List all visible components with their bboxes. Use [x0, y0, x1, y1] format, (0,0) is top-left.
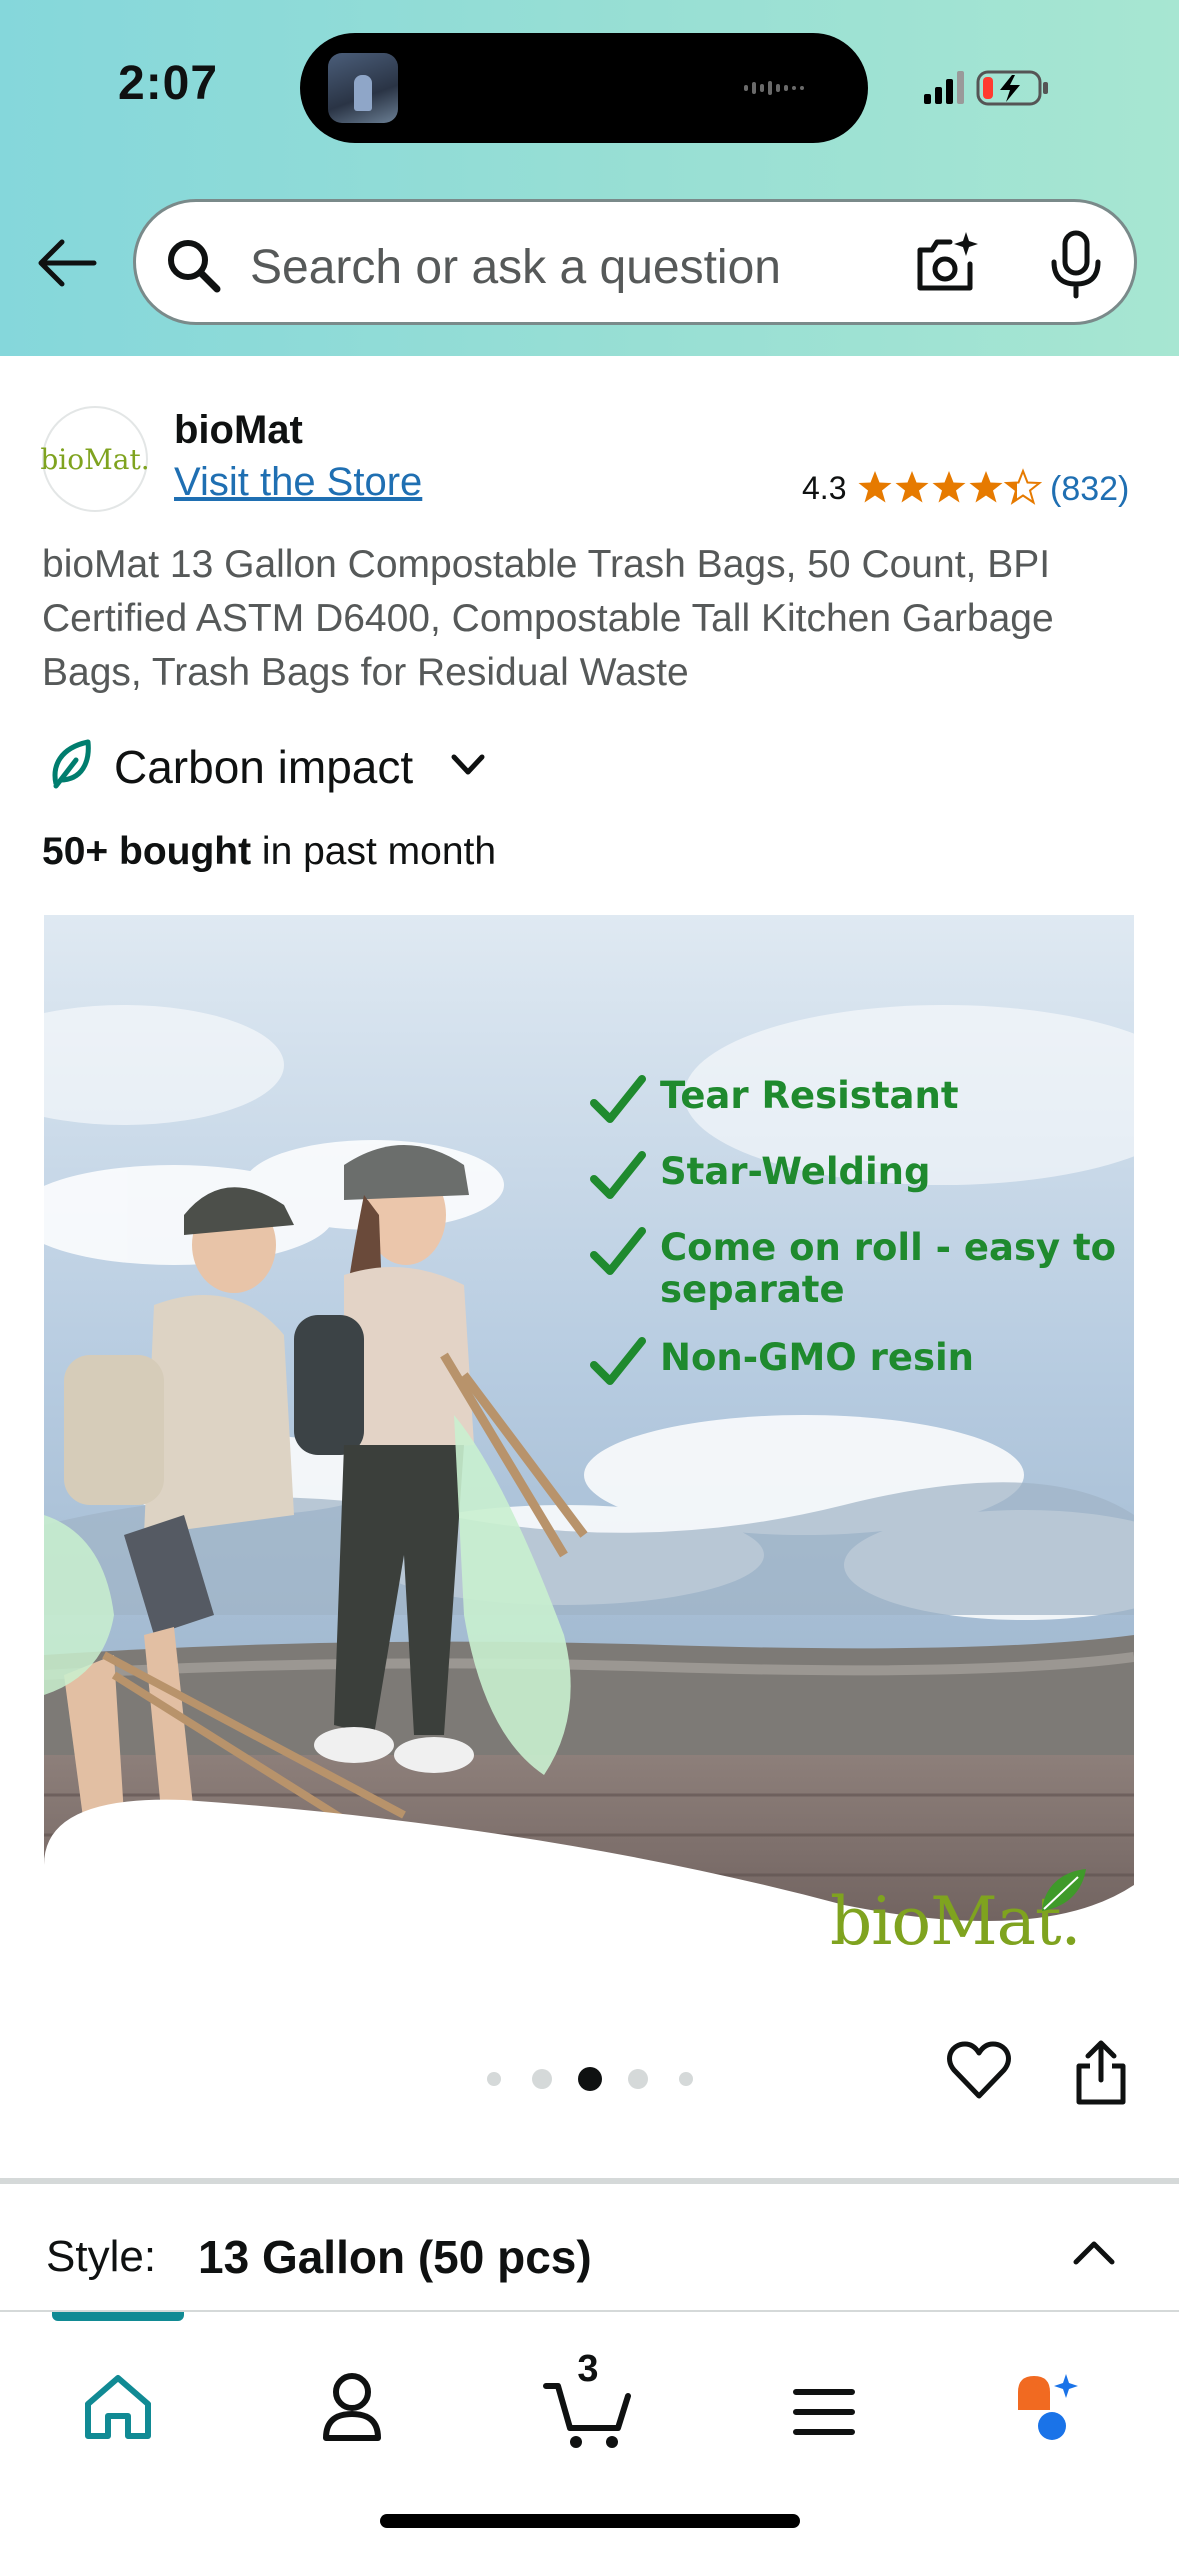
nav-cart[interactable]: 3: [528, 2348, 648, 2456]
feature-label: Tear Resistant: [660, 1074, 959, 1117]
nav-rufus[interactable]: [998, 2356, 1118, 2456]
style-label: Style:: [46, 2232, 157, 2281]
status-icons: [924, 70, 1048, 106]
header: 2:07 Search or ask a question: [0, 0, 1179, 356]
brand-logo[interactable]: bioMat.: [40, 406, 150, 512]
menu-icon: [793, 2389, 855, 2435]
chevron-down-icon[interactable]: [450, 752, 486, 778]
bought-count: 50+ bought: [42, 830, 252, 873]
checkmark-icon: [590, 1227, 646, 1275]
feature-label: Non-GMO resin: [660, 1336, 974, 1379]
bought-suffix: in past month: [251, 830, 497, 873]
rating-count-link[interactable]: (832): [1050, 470, 1129, 509]
person-icon: [323, 2373, 381, 2441]
star-rating-icon[interactable]: [858, 468, 1042, 506]
carbon-impact-toggle[interactable]: Carbon impact: [114, 740, 413, 794]
microphone-icon[interactable]: [1048, 230, 1104, 300]
camera-search-icon[interactable]: [912, 230, 982, 298]
product-photo-illustration: [44, 915, 1134, 1945]
feature-item: Come on roll - easy to separate: [590, 1227, 1120, 1311]
product-title: bioMat 13 Gallon Compostable Trash Bags,…: [42, 543, 1054, 694]
back-arrow-icon[interactable]: [36, 238, 98, 288]
carousel-dots[interactable]: [486, 2066, 696, 2092]
feature-label: Star-Welding: [660, 1150, 931, 1193]
product-image[interactable]: Tear Resistant Star-Welding Come on roll…: [44, 915, 1134, 1945]
brand-name: bioMat: [174, 408, 303, 452]
brand-logo-text: bioMat.: [40, 442, 150, 476]
home-indicator[interactable]: [380, 2514, 800, 2528]
nav-account[interactable]: [292, 2356, 412, 2456]
checkmark-icon: [590, 1075, 646, 1123]
dynamic-island[interactable]: [300, 33, 868, 143]
home-icon: [85, 2375, 151, 2439]
section-divider: [0, 2178, 1179, 2184]
checkmark-icon: [590, 1337, 646, 1385]
waveform-icon: [744, 81, 804, 95]
rufus-assistant-icon: [1018, 2374, 1078, 2440]
signal-icon: [924, 71, 964, 104]
visit-store-link[interactable]: Visit the Store: [174, 460, 422, 505]
nav-menu[interactable]: [764, 2356, 884, 2456]
nav-home[interactable]: [58, 2356, 178, 2456]
style-selected-value[interactable]: 13 Gallon (50 pcs): [198, 2230, 592, 2284]
cart-count-badge: 3: [577, 2348, 599, 2390]
now-playing-thumbnail: [328, 53, 398, 123]
search-input[interactable]: Search or ask a question: [250, 240, 781, 295]
search-icon: [168, 240, 221, 293]
leaf-icon: [52, 739, 91, 789]
feature-item: Star-Welding: [590, 1151, 1120, 1201]
feature-item: Tear Resistant: [590, 1075, 1120, 1125]
leaf-logo-icon: [1042, 1869, 1086, 1911]
share-icon[interactable]: [1074, 2040, 1128, 2106]
heart-icon[interactable]: [946, 2040, 1012, 2102]
battery-icon: [976, 70, 1048, 106]
status-time: 2:07: [118, 57, 219, 110]
active-tab-indicator: [52, 2312, 184, 2321]
rating-value: 4.3: [802, 470, 847, 506]
feature-label: Come on roll - easy to separate: [660, 1226, 1117, 1311]
chevron-up-icon[interactable]: [1072, 2238, 1116, 2268]
search-bar[interactable]: Search or ask a question: [133, 199, 1137, 325]
checkmark-icon: [590, 1151, 646, 1199]
bought-in-past-month: 50+ bought in past month: [42, 830, 496, 874]
feature-list: Tear Resistant Star-Welding Come on roll…: [590, 1075, 1120, 1413]
feature-item: Non-GMO resin: [590, 1337, 1120, 1387]
